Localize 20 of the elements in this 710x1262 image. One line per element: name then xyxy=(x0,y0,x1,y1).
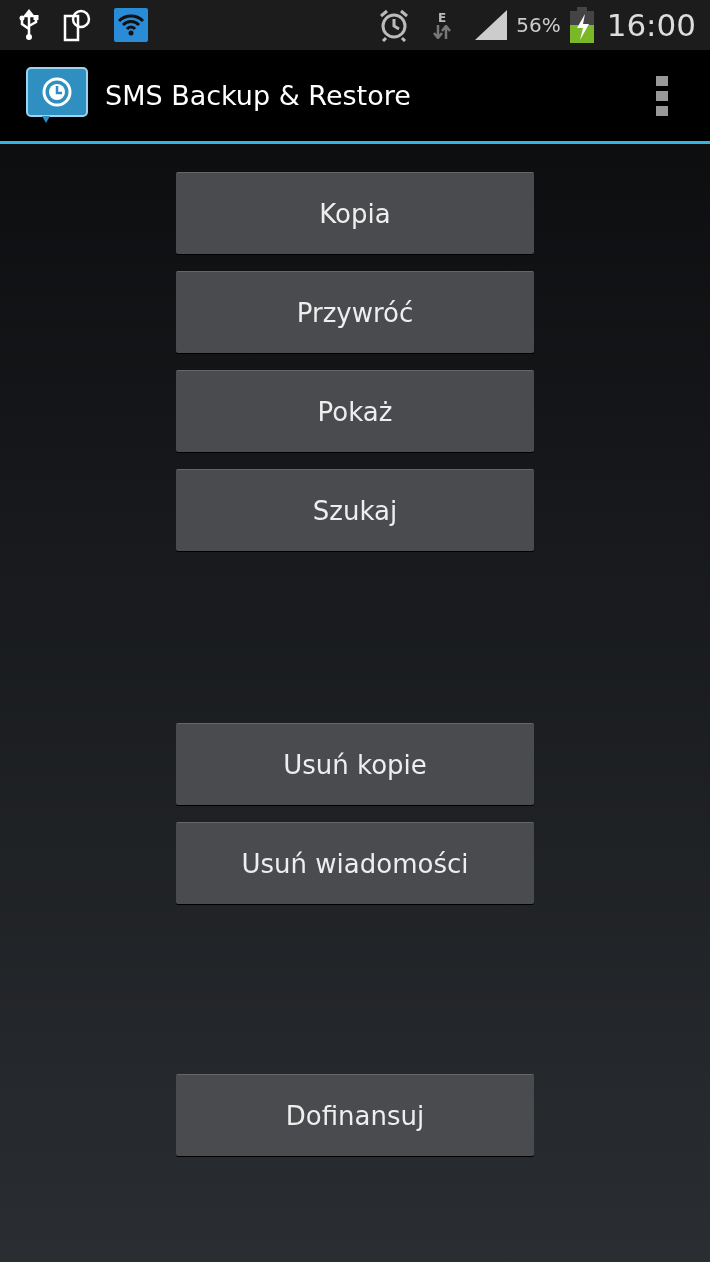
network-type: E xyxy=(438,11,447,25)
signal-icon xyxy=(474,9,509,41)
menu-button[interactable]: Dofinansuj xyxy=(176,1074,534,1156)
app-logo-icon xyxy=(26,66,88,125)
app-title: SMS Backup & Restore xyxy=(105,80,412,111)
menu-button[interactable]: Przywróć xyxy=(176,271,534,353)
usb-icon xyxy=(18,9,40,41)
menu-button[interactable]: Pokaż xyxy=(176,370,534,452)
battery-charging-icon xyxy=(568,7,595,43)
alarm-clock-icon xyxy=(378,8,411,42)
menu-button[interactable]: Usuń wiadomości xyxy=(176,822,534,904)
menu-button[interactable]: Kopia xyxy=(176,172,534,254)
data-arrows-icon xyxy=(432,24,453,39)
menu-button[interactable]: Usuń kopie xyxy=(176,723,534,805)
wifi-icon xyxy=(114,8,148,42)
overflow-menu-icon[interactable] xyxy=(656,75,668,116)
menu-button[interactable]: Szukaj xyxy=(176,469,534,551)
sim-card-icon xyxy=(62,8,92,42)
battery-percent: 56% xyxy=(516,13,561,37)
clock: 16:00 xyxy=(606,7,696,43)
